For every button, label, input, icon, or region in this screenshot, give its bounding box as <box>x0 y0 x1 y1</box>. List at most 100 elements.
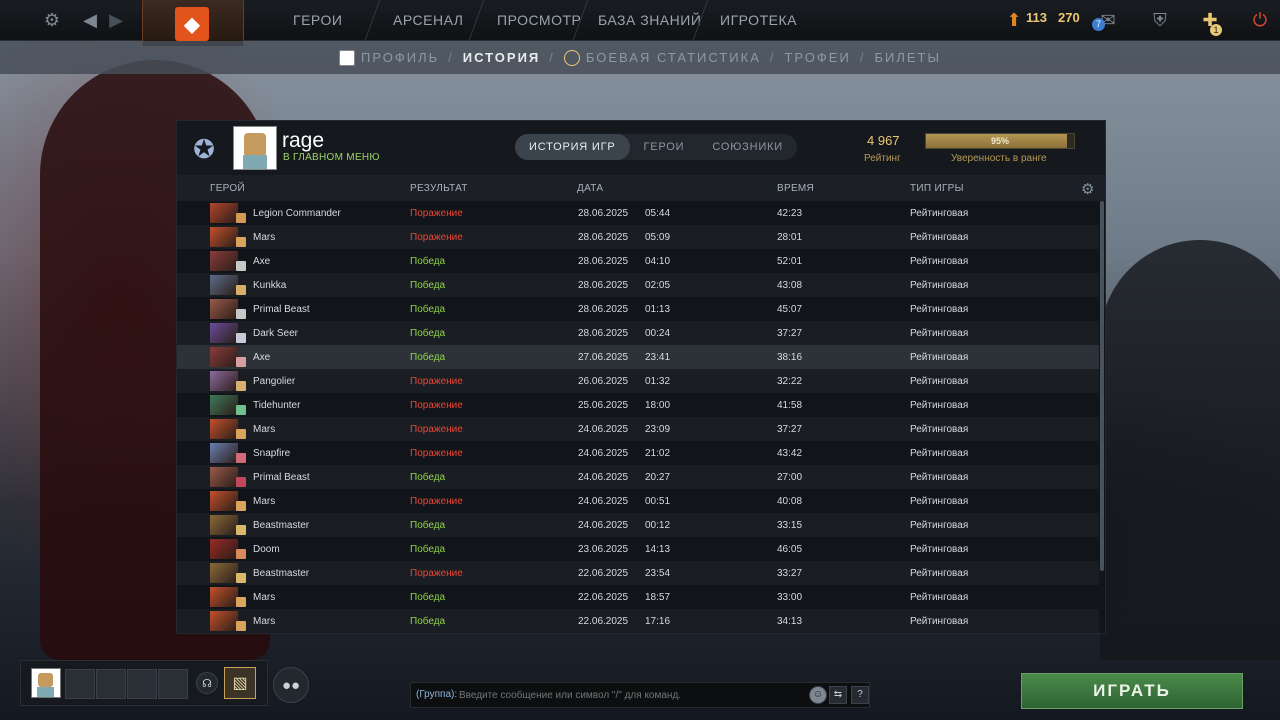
emoji-icon[interactable]: ☺ <box>809 686 827 704</box>
party-slot-empty[interactable] <box>65 669 95 699</box>
nav-knowledge-base[interactable]: БАЗА ЗНАНИЙ <box>598 0 701 40</box>
match-result: Поражение <box>410 496 463 507</box>
party-slot-empty[interactable] <box>96 669 126 699</box>
back-arrow-icon[interactable]: ◀ <box>78 8 102 32</box>
match-row[interactable]: Axe Победа 28.06.2025 04:10 52:01 Рейтинговая <box>177 249 1099 273</box>
nav-divider <box>364 0 381 40</box>
match-row[interactable]: Mars Победа 22.06.2025 18:57 33:00 Рейтингова… <box>177 585 1099 609</box>
match-result: Победа <box>410 328 446 339</box>
tab-heroes[interactable]: ГЕРОИ <box>630 134 699 160</box>
match-row[interactable]: Beastmaster Победа 24.06.2025 00:12 33:15 Рей… <box>177 513 1099 537</box>
dota-home-tab[interactable]: ◆ <box>142 0 244 46</box>
match-row[interactable]: Legion Commander Поражение 28.06.2025 05:44… <box>177 201 1099 225</box>
role-badge-icon <box>236 501 246 511</box>
plus-shield-icon <box>563 49 580 66</box>
match-row[interactable]: Primal Beast Победа 28.06.2025 01:13 45:07 Ре… <box>177 297 1099 321</box>
role-badge-icon <box>236 453 246 463</box>
match-duration: 33:27 <box>777 568 803 579</box>
match-row[interactable]: Primal Beast Победа 24.06.2025 20:27 27:00 Ре… <box>177 465 1099 489</box>
party-self-avatar[interactable] <box>31 668 61 698</box>
voice-headset-icon[interactable]: ☊ <box>196 672 218 694</box>
role-badge-icon <box>236 573 246 583</box>
rank-confidence-bar: 95% <box>925 133 1075 149</box>
nav-heroes[interactable]: ГЕРОИ <box>293 0 342 40</box>
match-result: Победа <box>410 520 446 531</box>
role-badge-icon <box>236 261 246 271</box>
col-game-mode[interactable]: ТИП ИГРЫ <box>910 183 964 194</box>
role-badge-icon <box>236 597 246 607</box>
forward-arrow-icon[interactable]: ▶ <box>104 8 128 32</box>
match-row[interactable]: Mars Победа 22.06.2025 17:16 34:13 Рейтингова… <box>177 609 1099 633</box>
subnav-battle-stats[interactable]: БОЕВАЯ СТАТИСТИКА <box>563 49 761 66</box>
col-result[interactable]: РЕЗУЛЬТАТ <box>410 183 468 194</box>
party-slot-empty[interactable] <box>158 669 188 699</box>
role-badge-icon <box>236 525 246 535</box>
match-row[interactable]: Beastmaster Поражение 22.06.2025 23:54 33:27… <box>177 561 1099 585</box>
match-result: Поражение <box>410 568 463 579</box>
tab-match-history[interactable]: ИСТОРИЯ ИГР <box>515 134 630 160</box>
friends-group-icon[interactable]: ●● <box>273 667 309 703</box>
match-duration: 43:08 <box>777 280 803 291</box>
nav-divider <box>468 0 485 40</box>
player-avatar[interactable] <box>233 126 277 170</box>
chat-bar: (Группа): ☺ ⇆ ? <box>410 682 870 708</box>
subnav-trophies[interactable]: ТРОФЕИ <box>784 50 850 65</box>
match-row[interactable]: Pangolier Поражение 26.06.2025 01:32 32:22 Ре… <box>177 369 1099 393</box>
match-list-scrollbar[interactable] <box>1100 201 1104 571</box>
chat-wheel-icon[interactable]: ⇆ <box>829 686 847 704</box>
settings-icon[interactable]: ⚙ <box>40 8 64 32</box>
rating-value: 4 967 <box>867 133 900 148</box>
match-row[interactable]: Axe Победа 27.06.2025 23:41 38:16 Рейтинговая <box>177 345 1099 369</box>
match-time: 20:27 <box>645 472 671 483</box>
subnav-history[interactable]: ИСТОРИЯ <box>463 50 541 65</box>
match-row[interactable]: Mars Поражение 24.06.2025 23:09 37:27 Рейтинг… <box>177 417 1099 441</box>
nav-arsenal[interactable]: АРСЕНАЛ <box>393 0 463 40</box>
match-date: 23.06.2025 <box>578 544 629 555</box>
hero-portrait-icon <box>210 227 246 247</box>
chat-channel[interactable]: (Группа): <box>416 689 457 700</box>
secondary-currency: 270 <box>1058 10 1080 25</box>
col-duration[interactable]: ВРЕМЯ <box>777 183 814 194</box>
match-date: 24.06.2025 <box>578 472 629 483</box>
match-row[interactable]: Snapfire Поражение 24.06.2025 21:02 43:42 Рей… <box>177 441 1099 465</box>
role-badge-icon <box>236 285 246 295</box>
match-row[interactable]: Dark Seer Победа 28.06.2025 00:24 37:27 Рейти… <box>177 321 1099 345</box>
match-duration: 41:58 <box>777 400 803 411</box>
game-mode: Рейтинговая <box>910 376 969 387</box>
hero-portrait-icon <box>210 203 246 223</box>
match-time: 00:24 <box>645 328 671 339</box>
match-row[interactable]: Doom Победа 23.06.2025 14:13 46:05 Рейтингова… <box>177 537 1099 561</box>
chat-input[interactable] <box>457 685 801 705</box>
nav-watch[interactable]: ПРОСМОТР <box>497 0 581 40</box>
match-row[interactable]: Kunkka Победа 28.06.2025 02:05 43:08 Рейтинго… <box>177 273 1099 297</box>
match-date: 25.06.2025 <box>578 400 629 411</box>
hero-portrait-icon <box>210 467 246 487</box>
play-button[interactable]: ИГРАТЬ <box>1021 673 1243 709</box>
chat-help-button[interactable]: ? <box>851 686 869 704</box>
match-result: Победа <box>410 280 446 291</box>
subnav-tickets[interactable]: БИЛЕТЫ <box>874 50 941 65</box>
nav-arcade[interactable]: ИГРОТЕКА <box>720 0 797 40</box>
battle-pass-icon[interactable]: ▧ <box>224 667 256 699</box>
power-icon[interactable]: ⏻ <box>1248 8 1272 32</box>
player-status: В ГЛАВНОМ МЕНЮ <box>283 152 380 163</box>
match-result: Победа <box>410 616 446 627</box>
match-row[interactable]: Mars Поражение 24.06.2025 00:51 40:08 Рейтинг… <box>177 489 1099 513</box>
party-slot-empty[interactable] <box>127 669 157 699</box>
match-result: Поражение <box>410 376 463 387</box>
match-row[interactable]: Tidehunter Поражение 25.06.2025 18:00 41:58 Р… <box>177 393 1099 417</box>
hero-name: Beastmaster <box>253 568 310 579</box>
hero-name: Axe <box>253 256 271 267</box>
col-hero[interactable]: ГЕРОЙ <box>210 183 245 194</box>
match-date: 27.06.2025 <box>578 352 629 363</box>
profile-subnav: ПРОФИЛЬ / ИСТОРИЯ / БОЕВАЯ СТАТИСТИКА / … <box>0 41 1280 74</box>
tab-allies[interactable]: СОЮЗНИКИ <box>698 134 797 160</box>
hero-portrait-icon <box>210 347 246 367</box>
subnav-profile[interactable]: ПРОФИЛЬ <box>339 49 439 66</box>
dota-logo-icon: ◆ <box>175 7 209 41</box>
hero-name: Axe <box>253 352 271 363</box>
match-row[interactable]: Mars Поражение 28.06.2025 05:09 28:01 Рейтинг… <box>177 225 1099 249</box>
col-date[interactable]: ДАТА <box>577 183 603 194</box>
armory-icon[interactable]: ⛨ <box>1148 8 1172 32</box>
table-settings-gear-icon[interactable]: ⚙ <box>1081 180 1095 198</box>
